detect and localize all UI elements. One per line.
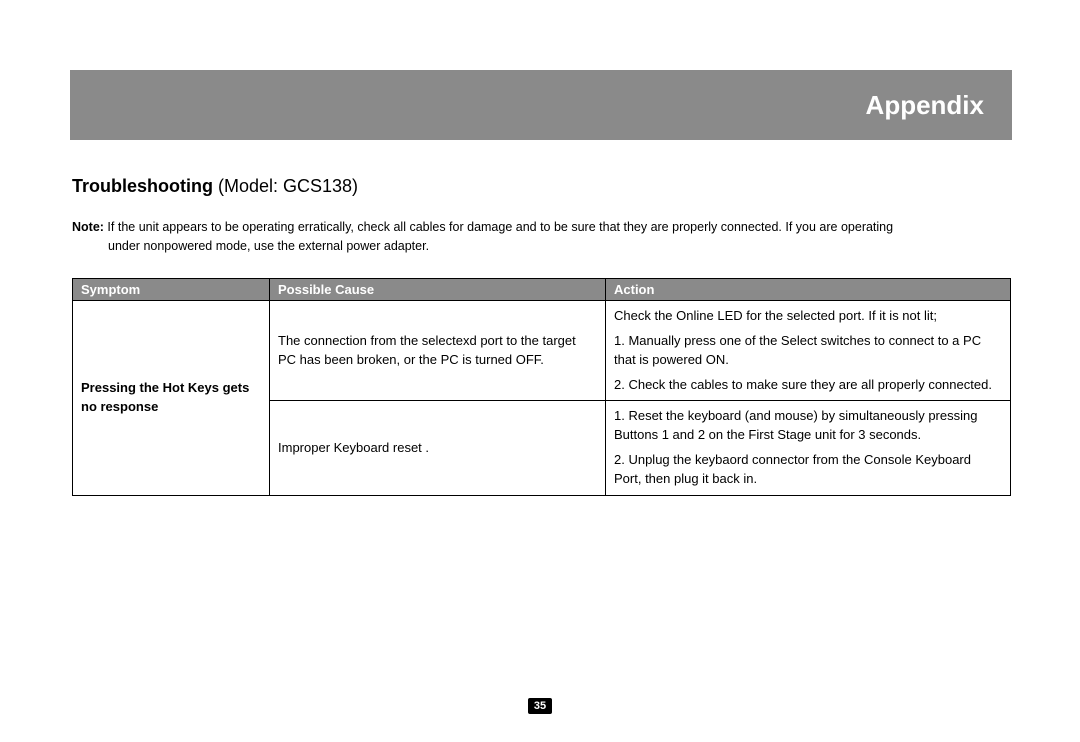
header-title: Appendix xyxy=(866,90,984,121)
action-line: 1. Reset the keyboard (and mouse) by sim… xyxy=(614,407,1002,445)
table-header-row: Symptom Possible Cause Action xyxy=(73,279,1011,301)
document-page: Appendix Troubleshooting (Model: GCS138)… xyxy=(0,0,1080,742)
action-line: Check the Online LED for the selected po… xyxy=(614,307,1002,326)
troubleshooting-table: Symptom Possible Cause Action Pressing t… xyxy=(72,278,1011,496)
cell-action: Check the Online LED for the selected po… xyxy=(606,301,1011,401)
note-line1: If the unit appears to be operating erra… xyxy=(104,220,893,234)
col-action: Action xyxy=(606,279,1011,301)
note-paragraph: Note: If the unit appears to be operatin… xyxy=(72,218,1012,256)
header-band: Appendix xyxy=(70,70,1012,140)
subtitle-rest: (Model: GCS138) xyxy=(213,176,358,196)
table-row: Pressing the Hot Keys gets no response T… xyxy=(73,301,1011,401)
cell-cause: Improper Keyboard reset . xyxy=(270,401,606,495)
note-label: Note: xyxy=(72,220,104,234)
note-line2: under nonpowered mode, use the external … xyxy=(108,237,1012,256)
subtitle-bold: Troubleshooting xyxy=(72,176,213,196)
section-subtitle: Troubleshooting (Model: GCS138) xyxy=(72,176,358,197)
cell-symptom: Pressing the Hot Keys gets no response xyxy=(73,301,270,496)
page-number-container: 35 xyxy=(0,696,1080,714)
action-line: 2. Unplug the keybaord connector from th… xyxy=(614,451,1002,489)
action-line: 2. Check the cables to make sure they ar… xyxy=(614,376,1002,395)
col-symptom: Symptom xyxy=(73,279,270,301)
cell-action: 1. Reset the keyboard (and mouse) by sim… xyxy=(606,401,1011,495)
action-line: 1. Manually press one of the Select swit… xyxy=(614,332,1002,370)
page-number: 35 xyxy=(528,698,552,714)
cell-cause: The connection from the selectexd port t… xyxy=(270,301,606,401)
col-cause: Possible Cause xyxy=(270,279,606,301)
